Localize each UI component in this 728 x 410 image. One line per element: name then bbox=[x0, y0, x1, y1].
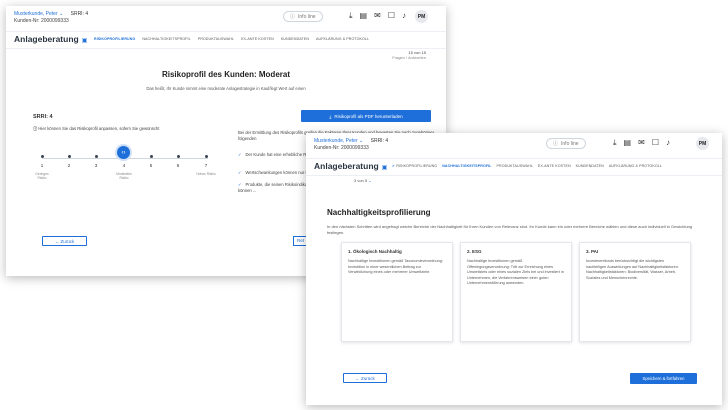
page-title: Anlageberatung ▣ bbox=[14, 34, 88, 44]
check-icon: ✓ bbox=[238, 170, 242, 175]
tab-risikoprofilierung[interactable]: RISIKOPROFILIERUNG bbox=[94, 37, 135, 41]
srri-badge: SRRI: 4 bbox=[370, 138, 389, 144]
info-icon: ⓘ bbox=[33, 126, 38, 131]
slider-tick[interactable] bbox=[177, 155, 180, 158]
tick-label: 6 bbox=[176, 163, 180, 168]
card-oekologisch[interactable]: 1. Ökologisch Nachhaltig Nachhaltige Inv… bbox=[341, 242, 453, 342]
nav-bar: Anlageberatung ▣ RISIKOPROFILIERUNG NACHH… bbox=[6, 31, 446, 49]
customer-info: Musterkunde, Peter ⌄ SRRI: 4 Kunden-Nr: … bbox=[314, 138, 388, 152]
sustainability-window: Musterkunde, Peter ⌄ SRRI: 4 Kunden-Nr: … bbox=[306, 133, 722, 405]
download-pdf-button[interactable]: ⤓ Risikoprofil als PDF herunterladen bbox=[301, 110, 431, 122]
tab-kundendaten[interactable]: KUNDENDATEN bbox=[281, 37, 309, 41]
srri-badge: SRRI: 4 bbox=[70, 11, 89, 17]
category-cards: 1. Ökologisch Nachhaltig Nachhaltige Inv… bbox=[341, 242, 691, 342]
mail-icon[interactable]: ✉ bbox=[374, 11, 381, 21]
bell-icon[interactable]: ♪ bbox=[666, 138, 670, 148]
tab-aufklaerung-protokoll[interactable]: AUFKLÄRUNG & PROTOKOLL bbox=[609, 164, 662, 168]
top-bar: Musterkunde, Peter ⌄ SRRI: 4 Kunden-Nr: … bbox=[6, 6, 446, 32]
avatar[interactable]: PM bbox=[696, 137, 709, 150]
info-line-button[interactable]: ⓘ Info line bbox=[283, 11, 323, 22]
customer-name[interactable]: Musterkunde, Peter bbox=[314, 138, 358, 144]
tick-sublabel: Geringes Risiko bbox=[35, 172, 49, 180]
chevron-lr-icon: ‹› bbox=[121, 149, 126, 156]
chevron-down-icon[interactable]: ⌄ bbox=[368, 178, 371, 183]
slider-handle[interactable]: ‹› bbox=[117, 146, 130, 159]
tab-kundendaten[interactable]: KUNDENDATEN bbox=[576, 164, 604, 168]
tab-bar: RISIKOPROFILIERUNG NACHHALTIGKEITSPROFIL… bbox=[94, 37, 369, 41]
avatar[interactable]: PM bbox=[415, 10, 428, 23]
back-button[interactable]: ← Zurück bbox=[343, 373, 387, 383]
info-line-button[interactable]: ⓘ Info line bbox=[546, 138, 586, 149]
slider-tick[interactable] bbox=[95, 155, 98, 158]
tab-ex-ante-kosten[interactable]: EX-ANTE KOSTEN bbox=[538, 164, 571, 168]
chat-icon[interactable]: ☐ bbox=[652, 138, 659, 148]
check-icon: ✓ bbox=[238, 182, 242, 187]
customer-info: Musterkunde, Peter ⌄ SRRI: 4 Kunden-Nr: … bbox=[14, 11, 88, 25]
customer-number: Kunden-Nr: 2000099333 bbox=[14, 18, 69, 24]
srri-label: SRRI: 4 bbox=[33, 114, 53, 120]
bell-icon[interactable]: ♪ bbox=[402, 11, 406, 21]
info-icon: ⓘ bbox=[553, 141, 559, 147]
adjust-hint: ⓘ Hier können Sie das Risikoprofil anpas… bbox=[33, 126, 160, 131]
slider-tick[interactable] bbox=[41, 155, 44, 158]
check-circle-icon: ✔ bbox=[392, 164, 396, 168]
tab-produktauswahl[interactable]: PRODUKTAUSWAHL bbox=[198, 37, 234, 41]
arrow-left-icon: ← bbox=[355, 375, 360, 381]
save-continue-button[interactable]: Speichern & fortfahren bbox=[630, 373, 697, 384]
tick-sublabel: Hohes Risiko bbox=[196, 172, 216, 176]
document-icon[interactable]: ▤ bbox=[624, 138, 632, 148]
toolbar-icons: ⤓ ▤ ✉ ☐ ♪ bbox=[349, 11, 406, 21]
mail-icon[interactable]: ✉ bbox=[638, 138, 645, 148]
toolbar-icons: ⤓ ▤ ✉ ☐ ♪ bbox=[613, 138, 670, 148]
download-icon[interactable]: ⤓ bbox=[613, 138, 617, 148]
slider-tick[interactable] bbox=[205, 155, 208, 158]
customer-name[interactable]: Musterkunde, Peter bbox=[14, 11, 58, 17]
tick-label: 1 bbox=[40, 163, 44, 168]
chat-icon[interactable]: ☐ bbox=[388, 11, 395, 21]
tab-ex-ante-kosten[interactable]: EX-ANTE KOSTEN bbox=[241, 37, 274, 41]
tab-nachhaltigkeitsprofil[interactable]: NACHHALTIGKEITSPROFIL bbox=[442, 164, 491, 168]
chevron-down-icon[interactable]: ⌄ bbox=[59, 11, 63, 17]
tab-risikoprofilierung[interactable]: ✔ RISIKOPROFILIERUNG bbox=[392, 164, 437, 168]
risk-profile-heading: Risikoprofil des Kunden: Moderat bbox=[161, 70, 290, 79]
risk-profile-lead: Das heißt, Ihr Kunde nimmt eine moderate… bbox=[146, 86, 306, 91]
top-bar: Musterkunde, Peter ⌄ SRRI: 4 Kunden-Nr: … bbox=[306, 133, 722, 159]
download-icon: ⤓ bbox=[329, 113, 332, 119]
tick-label: 3 bbox=[94, 163, 98, 168]
step-pager: 3 von 5 ⌄ bbox=[354, 178, 372, 183]
tab-produktauswahl[interactable]: PRODUKTAUSWAHL bbox=[497, 164, 533, 168]
tick-label: 2 bbox=[67, 163, 71, 168]
tab-bar: ✔ RISIKOPROFILIERUNG NACHHALTIGKEITSPROF… bbox=[392, 164, 662, 168]
tick-sublabel: Moderates Risiko bbox=[116, 172, 132, 180]
clipboard-icon[interactable]: ▣ bbox=[82, 38, 88, 44]
document-icon[interactable]: ▤ bbox=[360, 11, 368, 21]
card-pai[interactable]: 3. PAI Investmentfonds berücksichtigt di… bbox=[579, 242, 691, 342]
clipboard-icon[interactable]: ▣ bbox=[382, 165, 388, 171]
tick-label: 5 bbox=[149, 163, 153, 168]
arrow-left-icon: ← bbox=[54, 238, 60, 244]
tab-nachhaltigkeitsprofil[interactable]: NACHHALTIGKEITSPROFIL bbox=[142, 37, 190, 41]
sustainability-intro: In den nächsten Schritten wird angefragt… bbox=[327, 224, 693, 235]
page-title: Anlageberatung ▣ bbox=[314, 161, 388, 171]
download-icon[interactable]: ⤓ bbox=[349, 11, 353, 21]
slider-tick[interactable] bbox=[150, 155, 153, 158]
chevron-down-icon[interactable]: ⌄ bbox=[359, 138, 363, 144]
info-icon: ⓘ bbox=[290, 14, 296, 20]
slider-tick[interactable] bbox=[68, 155, 71, 158]
tick-label: 4 bbox=[122, 163, 126, 168]
check-icon: ✓ bbox=[238, 152, 242, 157]
sustainability-heading: Nachhaltigkeitsprofilierung bbox=[327, 208, 431, 217]
nav-bar: Anlageberatung ▣ ✔ RISIKOPROFILIERUNG NAC… bbox=[306, 158, 722, 176]
tab-aufklaerung-protokoll[interactable]: AUFKLÄRUNG & PROTOKOLL bbox=[316, 37, 369, 41]
tick-label: 7 bbox=[204, 163, 208, 168]
customer-number: Kunden-Nr: 2000099333 bbox=[314, 145, 369, 151]
question-counter: 15 von 15 Fragen / Antworten bbox=[392, 50, 426, 60]
back-button[interactable]: ← Zurück bbox=[42, 236, 87, 246]
card-esg[interactable]: 2. ESG Nachhaltige Investitionen gemäß O… bbox=[460, 242, 572, 342]
